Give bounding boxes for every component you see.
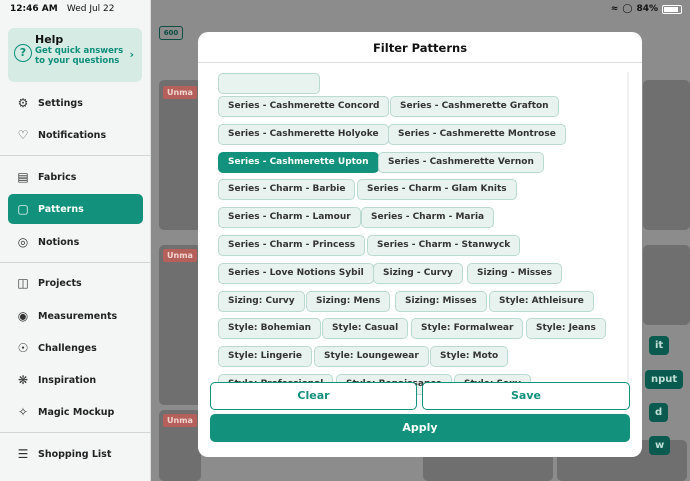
unmade-tag: Unma: [163, 414, 197, 427]
filter-chip[interactable]: Series - Cashmerette Grafton: [390, 96, 559, 117]
sidebar-item-label: Patterns: [38, 203, 84, 215]
sidebar-item-shopping-list[interactable]: ☰ Shopping List: [8, 439, 143, 469]
bg-action-button: w: [649, 436, 671, 455]
status-bar: 12:46 AM Wed Jul 22 ≈ ◯ 84%: [0, 0, 690, 20]
sidebar: ? Help Get quick answers to your questio…: [0, 0, 151, 481]
sidebar-item-label: Challenges: [38, 342, 97, 354]
sidebar-item-inspiration[interactable]: ❋ Inspiration: [8, 365, 143, 395]
modal-header-divider: [198, 62, 642, 63]
status-time: 12:46 AM: [10, 4, 58, 14]
sidebar-item-fabrics[interactable]: ▤ Fabrics: [8, 162, 143, 192]
sidebar-item-label: Notifications: [38, 129, 107, 141]
sidebar-item-notifications[interactable]: ♡ Notifications: [8, 120, 143, 150]
filter-chip[interactable]: Sizing: Misses: [395, 291, 487, 312]
pattern-card: [643, 80, 690, 230]
help-title: Help: [35, 33, 64, 46]
filter-chip-hidden[interactable]: [218, 73, 320, 94]
lightbulb-icon: ❋: [17, 373, 29, 387]
apply-button[interactable]: Apply: [210, 414, 630, 442]
filter-chip[interactable]: Series - Charm - Stanwyck: [367, 235, 521, 256]
sidebar-item-projects[interactable]: ◫ Projects: [8, 268, 143, 298]
sidebar-item-patterns[interactable]: ▢ Patterns: [8, 194, 143, 224]
chip-list-scrollbar[interactable]: [627, 72, 629, 390]
pattern-card: [159, 80, 201, 230]
sidebar-item-label: Measurements: [38, 310, 118, 322]
battery-icon: [662, 4, 682, 14]
tape-measure-icon: ◉: [17, 309, 29, 323]
sidebar-item-label: Inspiration: [38, 374, 97, 386]
filter-chip[interactable]: Style: Jeans: [526, 318, 606, 339]
bell-icon: ♡: [17, 128, 29, 142]
sidebar-item-label: Fabrics: [38, 171, 77, 183]
chevron-right-icon: ›: [129, 48, 134, 61]
unmade-tag: Unma: [163, 249, 197, 262]
sparkle-icon: ✧: [17, 405, 29, 419]
filter-chip[interactable]: Style: Bohemian: [218, 318, 322, 339]
sidebar-item-label: Shopping List: [38, 448, 112, 460]
help-subtitle: Get quick answers to your questions: [35, 46, 124, 66]
pattern-icon: ▢: [17, 202, 29, 216]
filter-chip[interactable]: Series - Cashmerette Vernon: [378, 152, 544, 173]
list-icon: ☰: [17, 447, 29, 461]
button-icon: ◎: [17, 235, 29, 249]
filter-chip[interactable]: Series - Charm - Princess: [218, 235, 366, 256]
filter-chip[interactable]: Series - Love Notions Sybil: [218, 263, 374, 284]
filter-chip[interactable]: Style: Loungewear: [314, 346, 429, 367]
filter-chip[interactable]: Series - Charm - Lamour: [218, 207, 361, 228]
headphones-icon: ◯: [622, 4, 633, 14]
filter-chip[interactable]: Sizing - Misses: [467, 263, 562, 284]
filter-chip[interactable]: Series - Charm - Maria: [361, 207, 495, 228]
clear-button[interactable]: Clear: [210, 382, 417, 410]
sidebar-item-challenges[interactable]: ☉ Challenges: [8, 333, 143, 363]
battery-percent: 84%: [636, 4, 658, 14]
filter-chip[interactable]: Series - Cashmerette Holyoke: [218, 124, 389, 145]
wifi-icon: ≈: [610, 4, 619, 14]
gear-icon: ⚙: [17, 96, 29, 110]
bg-action-button: d: [649, 403, 669, 422]
pattern-card: [159, 245, 201, 405]
filter-chip[interactable]: Sizing - Curvy: [373, 263, 463, 284]
filter-chip[interactable]: Sizing: Mens: [306, 291, 391, 312]
book-icon: ▤: [17, 170, 29, 184]
sidebar-item-label: Settings: [38, 97, 83, 109]
status-date: Wed Jul 22: [66, 4, 115, 14]
filter-chip[interactable]: Style: Athleisure: [489, 291, 594, 312]
sidebar-item-notions[interactable]: ◎ Notions: [8, 227, 143, 257]
pattern-card: [643, 245, 690, 325]
filter-chip[interactable]: Style: Lingerie: [218, 346, 312, 367]
unmade-tag: Unma: [163, 86, 197, 99]
question-icon: ?: [14, 44, 32, 62]
bg-action-button: it: [649, 336, 670, 355]
filter-chip[interactable]: Style: Casual: [322, 318, 409, 339]
sidebar-item-label: Notions: [38, 236, 80, 248]
filter-chip[interactable]: Series - Cashmerette Concord: [218, 96, 390, 117]
sidebar-item-measurements[interactable]: ◉ Measurements: [8, 301, 143, 331]
sewing-machine-icon: ◫: [17, 276, 29, 290]
divider: [0, 262, 151, 263]
sidebar-item-label: Magic Mockup: [38, 406, 115, 418]
filter-chip[interactable]: Style: Moto: [430, 346, 509, 367]
app-logo: 600: [159, 26, 183, 40]
filter-chip[interactable]: Series - Cashmerette Montrose: [388, 124, 566, 145]
filter-chip[interactable]: Series - Charm - Glam Knits: [357, 179, 517, 200]
filter-chip-list[interactable]: Series - Cashmerette Concord Series - Ca…: [212, 52, 632, 404]
divider: [0, 155, 151, 156]
filter-chip[interactable]: Series - Charm - Barbie: [218, 179, 356, 200]
bg-action-button: nput: [645, 370, 684, 389]
sidebar-item-settings[interactable]: ⚙ Settings: [8, 88, 143, 118]
save-button[interactable]: Save: [422, 382, 630, 410]
filter-chip-selected[interactable]: Series - Cashmerette Upton: [218, 152, 379, 173]
help-card[interactable]: ? Help Get quick answers to your questio…: [8, 28, 142, 82]
target-icon: ☉: [17, 341, 29, 355]
sidebar-item-magic-mockup[interactable]: ✧ Magic Mockup: [8, 397, 143, 427]
filter-chip[interactable]: Sizing: Curvy: [218, 291, 305, 312]
filter-chip[interactable]: Style: Formalwear: [411, 318, 524, 339]
sidebar-item-label: Projects: [38, 277, 82, 289]
divider: [0, 432, 151, 433]
filter-patterns-modal: Filter Patterns Series - Cashmerette Con…: [198, 32, 642, 457]
